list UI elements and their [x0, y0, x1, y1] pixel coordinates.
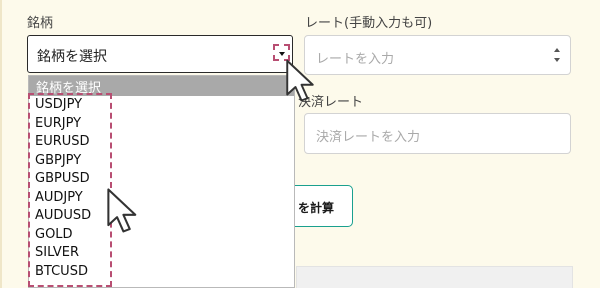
calculate-button-label: を計算 [297, 201, 334, 215]
settle-rate-placeholder: 決済レートを入力 [316, 130, 421, 145]
rate-label: レート(手動入力も可) [305, 16, 433, 31]
rate-placeholder: レートを入力 [316, 52, 395, 67]
rate-spinner[interactable] [554, 48, 560, 64]
spinner-down-icon[interactable] [554, 58, 560, 62]
symbol-select[interactable]: 銘柄を選択 [27, 35, 293, 73]
spinner-up-icon[interactable] [554, 48, 560, 52]
rate-input[interactable]: レートを入力 [304, 35, 571, 75]
option-list-highlight [28, 93, 112, 287]
symbol-label: 銘柄 [27, 16, 54, 31]
mouse-cursor-icon [107, 188, 137, 233]
result-bar [296, 266, 573, 288]
symbol-select-value: 銘柄を選択 [37, 49, 107, 65]
settle-rate-input[interactable]: 決済レートを入力 [304, 113, 571, 154]
panel-edge [0, 0, 2, 288]
mouse-cursor-icon [286, 59, 314, 102]
